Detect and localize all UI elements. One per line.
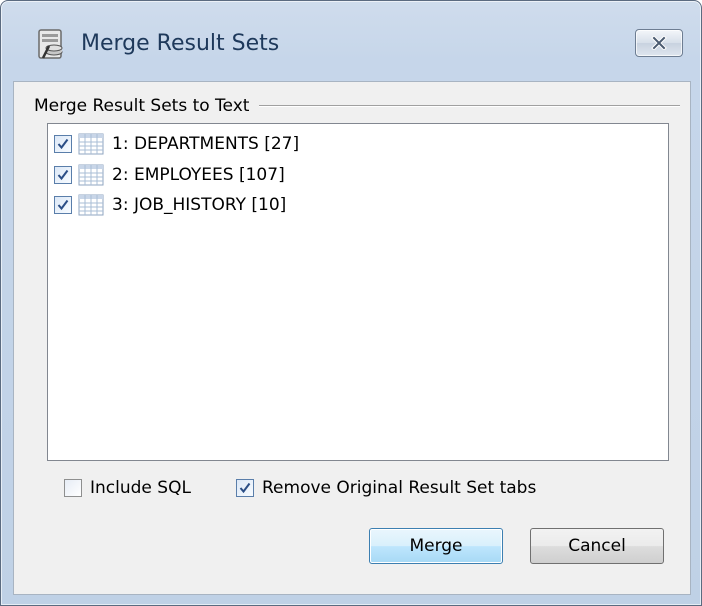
- dialog-title: Merge Result Sets: [81, 31, 280, 56]
- table-grid-icon: [78, 164, 104, 186]
- list-item[interactable]: 3: JOB_HISTORY [10]: [54, 190, 286, 220]
- list-item[interactable]: 1: DEPARTMENTS [27]: [54, 129, 299, 159]
- result-set-checkbox[interactable]: [54, 196, 72, 214]
- remove-tabs-label: Remove Original Result Set tabs: [262, 478, 537, 498]
- result-set-label: 3: JOB_HISTORY [10]: [112, 195, 287, 215]
- close-icon: [651, 36, 667, 50]
- result-set-label: 1: DEPARTMENTS [27]: [112, 134, 300, 154]
- check-mark-icon: [239, 482, 251, 494]
- result-set-checkbox[interactable]: [54, 135, 72, 153]
- group-divider: [259, 105, 680, 107]
- app-icon: [38, 29, 63, 59]
- result-set-list[interactable]: 1: DEPARTMENTS [27] 2: EMPLOYEES [107] 3…: [47, 123, 669, 461]
- check-mark-icon: [57, 199, 69, 211]
- title-bar[interactable]: Merge Result Sets: [9, 1, 693, 81]
- table-grid-icon: [78, 194, 104, 216]
- group-label: Merge Result Sets to Text: [34, 96, 250, 116]
- check-mark-icon: [57, 169, 69, 181]
- list-item[interactable]: 2: EMPLOYEES [107]: [54, 160, 285, 190]
- group-header: Merge Result Sets to Text: [34, 94, 680, 118]
- remove-tabs-checkbox[interactable]: [236, 479, 254, 497]
- close-button[interactable]: [635, 29, 683, 57]
- remove-tabs-option[interactable]: Remove Original Result Set tabs: [236, 474, 536, 502]
- check-mark-icon: [57, 138, 69, 150]
- merge-button[interactable]: Merge: [369, 528, 503, 564]
- include-sql-label: Include SQL: [90, 478, 191, 498]
- result-set-label: 2: EMPLOYEES [107]: [112, 165, 285, 185]
- dialog-body: Merge Result Sets to Text 1: DEPARTMENTS…: [13, 81, 691, 595]
- include-sql-option[interactable]: Include SQL: [64, 474, 191, 502]
- result-set-checkbox[interactable]: [54, 166, 72, 184]
- table-grid-icon: [78, 133, 104, 155]
- cancel-button[interactable]: Cancel: [530, 528, 664, 564]
- include-sql-checkbox[interactable]: [64, 479, 82, 497]
- merge-result-sets-dialog: Merge Result Sets Merge Result Sets to T…: [0, 0, 702, 606]
